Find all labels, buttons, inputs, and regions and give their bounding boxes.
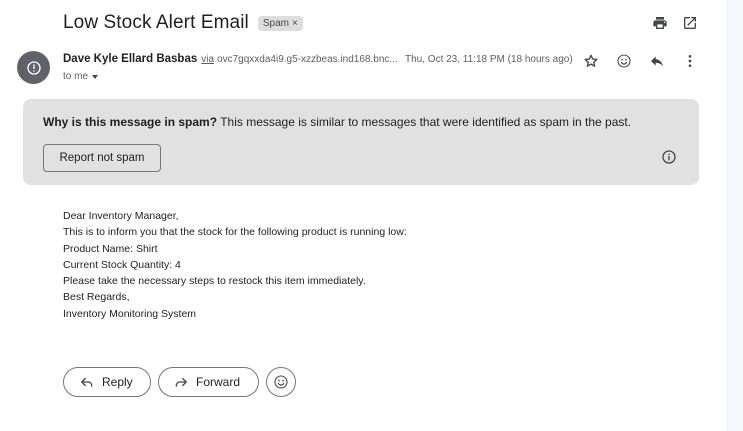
reply-button-label: Reply	[102, 375, 133, 389]
body-line: Current Stock Quantity: 4	[63, 258, 181, 271]
spam-label-text: Spam	[262, 17, 289, 29]
emoji-icon	[274, 375, 288, 389]
body-line: Product Name: Shirt	[63, 242, 158, 255]
scrollbar[interactable]	[727, 0, 743, 431]
remove-label-button[interactable]: ×	[292, 18, 298, 29]
body-line: Best Regards,	[63, 291, 130, 304]
via-address: ovc7gqxxda4i9.g5-xzzbeas.ind168.bnc...	[217, 54, 398, 65]
body-line: Dear Inventory Manager,	[63, 210, 179, 222]
spam-notice-text: Why is this message in spam? This messag…	[43, 115, 631, 129]
sender-avatar[interactable]	[17, 51, 50, 84]
add-reaction-button[interactable]	[266, 367, 296, 397]
reply-icon[interactable]	[648, 52, 666, 70]
warning-icon	[26, 60, 41, 75]
email-body: Dear Inventory Manager, This is to infor…	[63, 208, 407, 322]
forward-icon	[174, 375, 188, 389]
reply-button[interactable]: Reply	[63, 367, 151, 397]
open-in-new-icon[interactable]	[681, 14, 699, 32]
body-line: Please take the necessary steps to resto…	[63, 275, 366, 288]
star-icon[interactable]	[582, 52, 600, 70]
spam-label-chip[interactable]: Spam ×	[257, 15, 303, 31]
via-link[interactable]: via	[201, 54, 214, 65]
body-line: Inventory Monitoring System	[63, 307, 197, 320]
spam-notice-question: Why is this message in spam?	[43, 115, 218, 129]
chevron-down-icon	[92, 74, 99, 79]
email-subject: Low Stock Alert Email	[63, 12, 249, 33]
spam-notice: Why is this message in spam? This messag…	[23, 99, 699, 185]
subject-row: Low Stock Alert Email Spam ×	[63, 12, 303, 34]
sender-name[interactable]: Dave Kyle Ellard Basbas	[63, 53, 197, 65]
sender-line: Dave Kyle Ellard Basbas via ovc7gqxxda4i…	[63, 53, 398, 65]
emoji-icon[interactable]	[615, 52, 633, 70]
email-view: Low Stock Alert Email Spam × Dave Kyle E…	[0, 0, 727, 431]
forward-button[interactable]: Forward	[158, 367, 259, 397]
reply-icon	[80, 375, 94, 389]
print-icon[interactable]	[651, 14, 669, 32]
recipient-label: to me	[63, 71, 89, 82]
report-not-spam-button[interactable]: Report not spam	[43, 144, 161, 172]
spam-notice-explanation: This message is similar to messages that…	[220, 115, 632, 129]
more-vert-icon[interactable]	[681, 52, 699, 70]
email-date: Thu, Oct 23, 11:18 PM (18 hours ago)	[405, 54, 573, 65]
body-line: This is to inform you that the stock for…	[63, 226, 407, 239]
forward-button-label: Forward	[196, 375, 241, 389]
recipient-details-toggle[interactable]: to me	[63, 71, 99, 82]
info-icon[interactable]	[661, 149, 677, 165]
